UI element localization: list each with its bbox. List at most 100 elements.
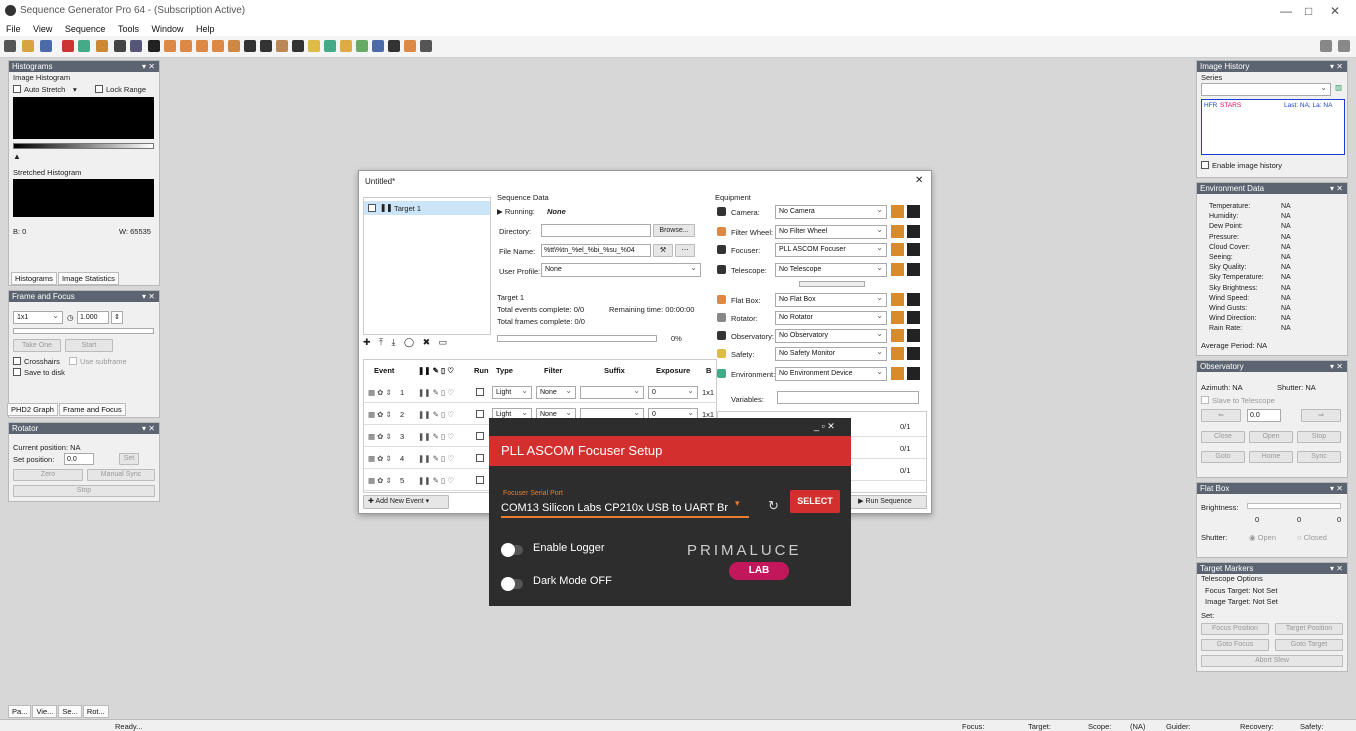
observatory-icon[interactable] bbox=[260, 40, 272, 52]
search-icon[interactable] bbox=[1338, 40, 1350, 52]
brightness-slider[interactable] bbox=[1247, 503, 1341, 509]
set-button[interactable]: Set bbox=[119, 453, 139, 465]
row-icons[interactable]: ▦ ✿ ⇕ bbox=[368, 388, 392, 397]
target-position-button[interactable]: Target Position bbox=[1275, 623, 1343, 635]
variables-input[interactable] bbox=[777, 391, 919, 404]
add-event-button[interactable]: ✚ Add New Event ▾ bbox=[363, 495, 449, 509]
connect-icon[interactable] bbox=[891, 329, 904, 342]
row-icons[interactable]: ▦ ✿ ⇕ bbox=[368, 410, 392, 419]
suffix-select[interactable] bbox=[580, 386, 644, 399]
close-icon[interactable]: ▾ ✕ bbox=[1330, 61, 1343, 72]
guider-icon[interactable] bbox=[276, 40, 288, 52]
ellipsis-icon[interactable]: ⋯ bbox=[675, 244, 695, 257]
sync-button[interactable]: Sync bbox=[1297, 451, 1341, 463]
browse-button[interactable]: Browse... bbox=[653, 224, 695, 237]
close-icon[interactable]: ▾ ✕ bbox=[1330, 361, 1343, 372]
tab-view[interactable]: Vie... bbox=[32, 705, 58, 718]
goto-button[interactable]: Goto bbox=[1201, 451, 1245, 463]
target-icon[interactable] bbox=[372, 40, 384, 52]
exposure-stepper[interactable]: ⇕ bbox=[111, 311, 123, 324]
tab-rotator[interactable]: Rot... bbox=[82, 705, 109, 718]
chevron-down-icon[interactable]: ▾ bbox=[73, 85, 77, 94]
focus-position-button[interactable]: Focus Position bbox=[1201, 623, 1269, 635]
menu-help[interactable]: Help bbox=[196, 24, 215, 34]
grid-icon[interactable] bbox=[78, 40, 90, 52]
environment-icon[interactable] bbox=[324, 40, 336, 52]
run-checkbox[interactable] bbox=[476, 410, 484, 418]
settings-icon[interactable] bbox=[907, 367, 920, 380]
type-select[interactable]: Light bbox=[492, 386, 532, 399]
row-action-icons[interactable]: ❚❚ ✎ ▯ ♡ bbox=[418, 432, 454, 441]
pause-icon[interactable]: ❚❚ bbox=[380, 203, 393, 212]
close-icon[interactable]: ▾ ✕ bbox=[1330, 483, 1343, 494]
settings-icon[interactable] bbox=[404, 40, 416, 52]
zero-button[interactable]: Zero bbox=[13, 469, 83, 481]
rotate-left-button[interactable]: ⇐ bbox=[1201, 409, 1241, 422]
filename-input[interactable]: %tt\%tn_%el_%bi_%su_%04 bbox=[541, 244, 651, 257]
close-icon[interactable]: ▾ ✕ bbox=[142, 291, 155, 302]
telescope-expand[interactable] bbox=[799, 281, 865, 287]
tab-sequence[interactable]: Se... bbox=[58, 705, 82, 718]
settings-icon[interactable] bbox=[907, 347, 920, 360]
settings-icon[interactable] bbox=[907, 225, 920, 238]
equipment-select[interactable]: No Safety Monitor bbox=[775, 347, 887, 361]
row-action-icons[interactable]: ❚❚ ✎ ▯ ♡ bbox=[418, 476, 454, 485]
stop-shutter-button[interactable]: Stop bbox=[1297, 431, 1341, 443]
equipment-select[interactable]: No Filter Wheel bbox=[775, 225, 887, 239]
new-icon[interactable] bbox=[4, 40, 16, 52]
light-icon[interactable] bbox=[228, 40, 240, 52]
black-point-marker[interactable]: ▲ bbox=[13, 152, 21, 161]
close-icon[interactable]: ▾ ✕ bbox=[1330, 183, 1343, 194]
run-checkbox[interactable] bbox=[476, 388, 484, 396]
row-action-icons[interactable]: ❚❚ ✎ ▯ ♡ bbox=[418, 410, 454, 419]
set-position-input[interactable]: 0.0 bbox=[64, 453, 94, 465]
play-icon[interactable] bbox=[148, 40, 160, 52]
dialog-close-button[interactable]: ✕ bbox=[915, 175, 923, 186]
take-one-button[interactable]: Take One bbox=[13, 339, 61, 352]
exposure-select[interactable]: 0 bbox=[648, 386, 698, 399]
rotator-icon[interactable] bbox=[212, 40, 224, 52]
row-icons[interactable]: ▦ ✿ ⇕ bbox=[368, 432, 392, 441]
weather-icon[interactable] bbox=[340, 40, 352, 52]
profile-select[interactable]: None bbox=[541, 263, 701, 277]
telescope-icon[interactable] bbox=[244, 40, 256, 52]
table-row[interactable] bbox=[364, 402, 716, 403]
menu-file[interactable]: File bbox=[6, 24, 21, 34]
target-row[interactable]: ❚❚ Target 1 bbox=[364, 201, 490, 215]
row-icons[interactable]: ▦ ✿ ⇕ bbox=[368, 476, 392, 485]
tab-pa[interactable]: Pa... bbox=[8, 705, 32, 718]
rotate-right-button[interactable]: ⇒ bbox=[1301, 409, 1341, 422]
zoom-icon[interactable] bbox=[130, 40, 142, 52]
open-shutter-button[interactable]: Open bbox=[1249, 431, 1293, 443]
connect-icon[interactable] bbox=[891, 243, 904, 256]
binning-select[interactable]: 1x1 bbox=[13, 311, 63, 324]
save-icon[interactable] bbox=[40, 40, 52, 52]
menu-sequence[interactable]: Sequence bbox=[65, 24, 106, 34]
tools-icon[interactable] bbox=[62, 40, 74, 52]
camera-icon[interactable] bbox=[164, 40, 176, 52]
tab-phd2-graph[interactable]: PHD2 Graph bbox=[7, 403, 58, 416]
connect-icon[interactable] bbox=[891, 225, 904, 238]
wrench-icon[interactable]: ⚒ bbox=[653, 244, 673, 257]
port-select[interactable]: COM13 Silicon Labs CP210x USB to UART Br bbox=[501, 500, 749, 518]
goto-focus-button[interactable]: Goto Focus bbox=[1201, 639, 1269, 651]
settings-icon[interactable] bbox=[907, 311, 920, 324]
crosshairs-checkbox[interactable] bbox=[13, 357, 21, 365]
lock-range-checkbox[interactable] bbox=[95, 85, 103, 93]
collapse-icon[interactable] bbox=[1320, 40, 1332, 52]
row-action-icons[interactable]: ❚❚ ✎ ▯ ♡ bbox=[418, 454, 454, 463]
equipment-select[interactable]: No Rotator bbox=[775, 311, 887, 325]
goto-target-button[interactable]: Goto Target bbox=[1275, 639, 1343, 651]
close-icon[interactable]: ▾ ✕ bbox=[142, 423, 155, 434]
close-button[interactable]: ✕ bbox=[1330, 4, 1340, 18]
connect-icon[interactable] bbox=[891, 347, 904, 360]
equipment-select[interactable]: No Flat Box bbox=[775, 293, 887, 307]
close-icon[interactable]: ▾ ✕ bbox=[142, 61, 155, 72]
dropdown-arrow-icon[interactable]: ▾ bbox=[735, 498, 740, 509]
abort-slew-button[interactable]: Abort Slew bbox=[1201, 655, 1343, 667]
equipment-select[interactable]: No Observatory bbox=[775, 329, 887, 343]
open-icon[interactable] bbox=[22, 40, 34, 52]
tab-image-statistics[interactable]: Image Statistics bbox=[57, 272, 119, 285]
run-sequence-button[interactable]: ▶ Run Sequence bbox=[843, 495, 927, 509]
menu-tools[interactable]: Tools bbox=[118, 24, 139, 34]
